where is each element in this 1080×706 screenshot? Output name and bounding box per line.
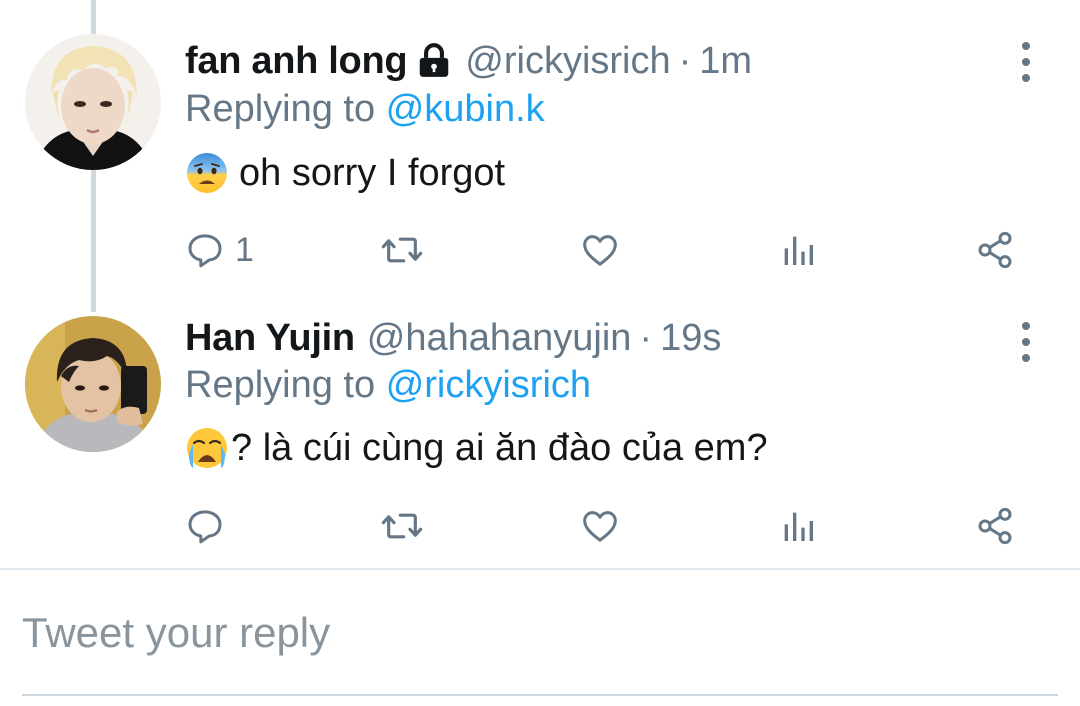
tweet-body: ? là cúi cùng ai ăn đào của em?	[231, 427, 768, 469]
tweet-body: oh sorry I forgot	[239, 152, 506, 194]
loudly-crying-face-icon	[185, 426, 229, 470]
reply-button[interactable]	[185, 504, 235, 548]
share-icon	[978, 231, 1012, 269]
analytics-button[interactable]	[778, 504, 818, 548]
analytics-button[interactable]	[778, 228, 818, 272]
reply-input-underline	[22, 694, 1058, 696]
more-options-icon[interactable]	[1014, 42, 1038, 82]
share-button[interactable]	[975, 228, 1015, 272]
anxious-face-with-sweat-icon	[185, 151, 229, 195]
replying-to: Replying to @rickyisrich	[185, 362, 591, 408]
reply-button[interactable]: 1	[185, 228, 254, 272]
separator-dot: ·	[678, 40, 692, 82]
tweet-header: Han Yujin @hahahanyujin · 19s	[185, 315, 721, 361]
reply-icon	[188, 234, 222, 268]
composer-divider	[0, 568, 1080, 570]
separator-dot: ·	[639, 317, 653, 359]
reply-icon	[188, 510, 222, 544]
retweet-button[interactable]	[380, 228, 424, 272]
replying-label: Replying to	[185, 88, 376, 130]
tweet-item[interactable]: fan anh long @rickyisrich · 1m Replying …	[0, 0, 1080, 300]
reply-count: 1	[235, 230, 254, 269]
tweet-text: ? là cúi cùng ai ăn đào của em?	[185, 425, 768, 471]
lock-icon	[415, 42, 453, 80]
retweet-button[interactable]	[380, 504, 424, 548]
heart-icon	[583, 235, 617, 266]
analytics-icon	[784, 236, 813, 265]
timestamp[interactable]: 1m	[699, 38, 752, 84]
tweet-actions: 1	[185, 228, 1025, 272]
more-options-icon[interactable]	[1014, 322, 1038, 362]
user-handle[interactable]: @hahahanyujin	[367, 315, 632, 361]
replying-label: Replying to	[185, 364, 376, 406]
user-handle[interactable]: @rickyisrich	[465, 38, 670, 84]
avatar[interactable]	[25, 34, 161, 170]
replying-to: Replying to @kubin.k	[185, 86, 545, 132]
retweet-icon	[381, 237, 423, 263]
retweet-icon	[381, 513, 423, 539]
tweet-header: fan anh long @rickyisrich · 1m	[185, 38, 752, 84]
heart-icon	[583, 511, 617, 542]
tweet-text: oh sorry I forgot	[185, 150, 505, 196]
share-button[interactable]	[975, 504, 1015, 548]
display-name[interactable]: Han Yujin	[185, 315, 355, 361]
reply-mention-link[interactable]: @kubin.k	[386, 88, 545, 130]
like-button[interactable]	[580, 228, 620, 272]
like-button[interactable]	[580, 504, 620, 548]
analytics-icon	[784, 512, 813, 541]
share-icon	[978, 507, 1012, 545]
tweet-item[interactable]: Han Yujin @hahahanyujin · 19s Replying t…	[0, 300, 1080, 568]
timestamp[interactable]: 19s	[660, 315, 721, 361]
tweet-actions	[185, 504, 1025, 548]
reply-mention-link[interactable]: @rickyisrich	[386, 364, 591, 406]
reply-input[interactable]: Tweet your reply	[22, 608, 330, 658]
display-name[interactable]: fan anh long	[185, 38, 408, 84]
avatar[interactable]	[25, 316, 161, 452]
